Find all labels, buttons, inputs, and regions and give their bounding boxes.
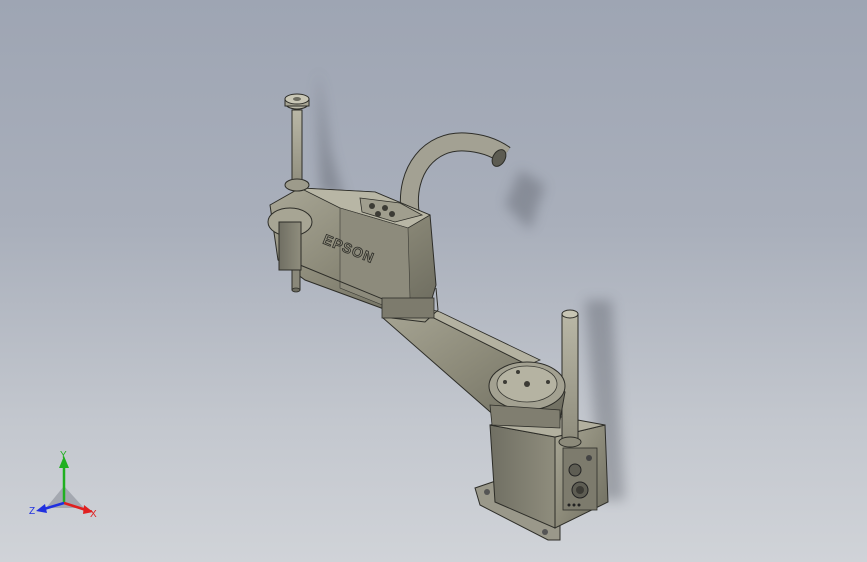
coordinate-triad-icon: Y X Z xyxy=(26,446,106,526)
x-axis-label: X xyxy=(90,509,97,520)
connector-panel xyxy=(562,447,598,511)
spline-shaft[interactable] xyxy=(284,93,310,192)
3d-viewport[interactable]: EPSON Y X Z xyxy=(0,0,867,562)
arm-link-1[interactable] xyxy=(382,299,566,429)
robot-base[interactable] xyxy=(474,413,609,541)
z-axis-arrow xyxy=(36,504,47,513)
base-bolt xyxy=(542,529,548,535)
y-axis-label: Y xyxy=(60,450,67,461)
z-axis-label: Z xyxy=(29,506,35,517)
base-bolt xyxy=(484,489,490,495)
scara-robot-model[interactable]: EPSON xyxy=(0,0,867,562)
cable-hose[interactable] xyxy=(399,132,511,214)
